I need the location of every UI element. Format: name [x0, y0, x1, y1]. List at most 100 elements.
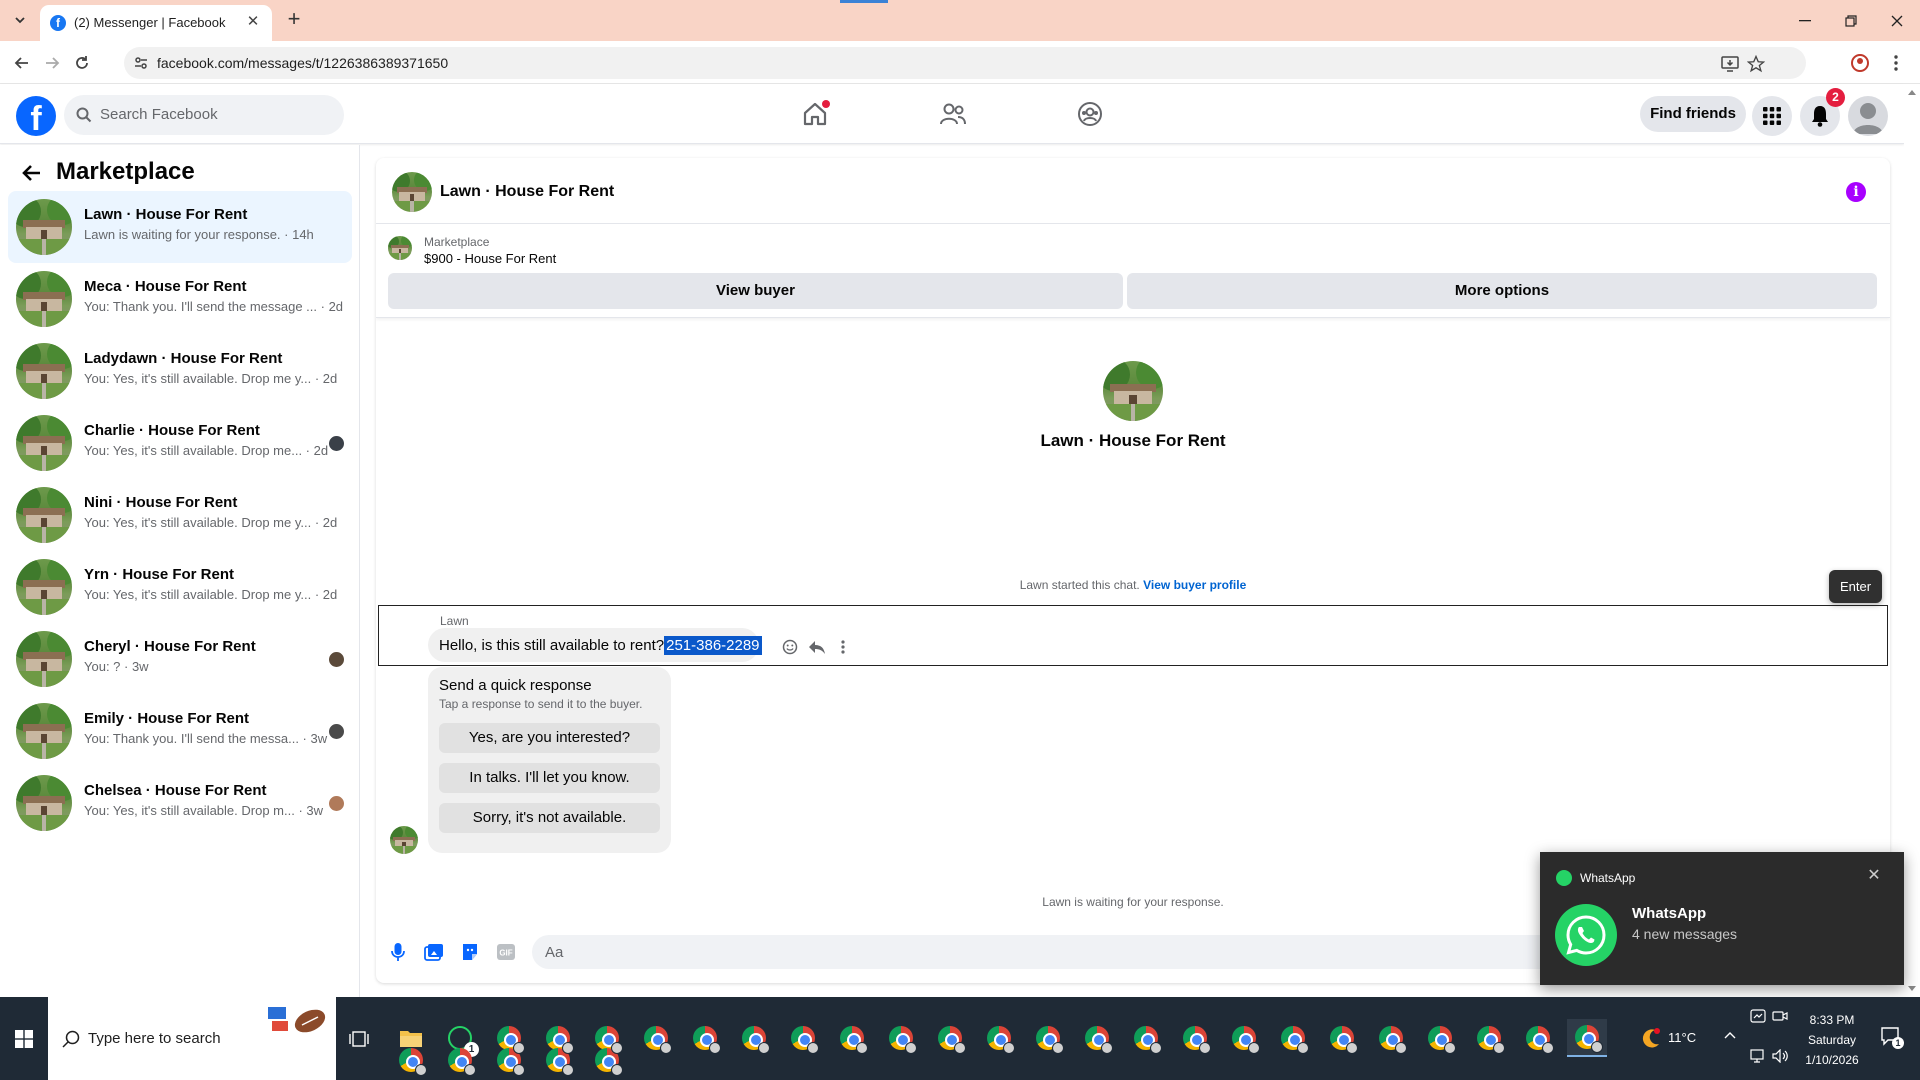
clock-date: 1/10/2026	[1805, 1053, 1859, 1067]
groups-icon[interactable]	[1074, 98, 1106, 130]
conversation-item[interactable]: Meca · House For Rent You: Thank you. I'…	[8, 263, 352, 335]
meet-now-icon[interactable]	[1772, 1009, 1788, 1023]
chrome-taskbar-icon[interactable]	[1028, 1019, 1068, 1057]
address-bar[interactable]: facebook.com/messages/t/1226386389371650	[124, 47, 1806, 79]
conversation-item[interactable]: Cheryl · House For Rent You: ? · 3w	[8, 623, 352, 695]
task-view-icon[interactable]	[348, 1029, 370, 1049]
browser-tab-messenger[interactable]: f (2) Messenger | Facebook ✕	[40, 5, 272, 41]
reply-icon[interactable]	[808, 638, 826, 656]
toast-app-name: WhatsApp	[1580, 871, 1636, 885]
quick-response-option[interactable]: In talks. I'll let you know.	[439, 763, 660, 793]
chrome-taskbar-icon[interactable]	[1224, 1019, 1264, 1057]
chrome-taskbar-icon[interactable]	[979, 1019, 1019, 1057]
chrome-taskbar-icon[interactable]	[1420, 1019, 1460, 1057]
tab-search-dropdown-icon[interactable]	[9, 9, 31, 31]
back-arrow-icon[interactable]	[20, 161, 44, 185]
windows-start-icon[interactable]	[0, 997, 48, 1080]
chrome-taskbar-icon-active[interactable]	[1567, 1019, 1607, 1057]
chrome-taskbar-icon[interactable]	[930, 1019, 970, 1057]
whatsapp-notification-toast[interactable]: WhatsApp ✕ WhatsApp 4 new messages	[1540, 852, 1904, 985]
facebook-logo-icon[interactable]: f	[16, 96, 56, 136]
gif-icon[interactable]: GIF	[496, 942, 516, 962]
system-clock[interactable]: 8:33 PM Saturday 1/10/2026	[1792, 1010, 1872, 1070]
conversation-item[interactable]: Ladydawn · House For Rent You: Yes, it's…	[8, 335, 352, 407]
conversation-item[interactable]: Charlie · House For Rent You: Yes, it's …	[8, 407, 352, 479]
view-buyer-profile-link[interactable]: View buyer profile	[1143, 578, 1246, 592]
chat-started-text: Lawn started this chat.	[1019, 578, 1140, 592]
tab-strip-indicator	[840, 0, 888, 3]
home-notification-dot	[822, 100, 830, 108]
install-app-icon[interactable]	[1720, 54, 1740, 74]
onedrive-icon[interactable]	[1750, 1009, 1766, 1023]
toast-close-icon[interactable]: ✕	[1864, 866, 1884, 886]
conversation-item[interactable]: Yrn · House For Rent You: Yes, it's stil…	[8, 551, 352, 623]
conversation-preview: You: Yes, it's still available. Drop me …	[84, 587, 338, 602]
network-icon[interactable]	[1750, 1049, 1768, 1063]
forward-arrow-icon[interactable]	[40, 51, 64, 75]
site-info-icon[interactable]	[133, 55, 149, 71]
sticker-icon[interactable]	[460, 942, 480, 962]
new-tab-button[interactable]: +	[282, 8, 306, 32]
tab-close-icon[interactable]: ✕	[244, 13, 262, 31]
chrome-taskbar-icon[interactable]	[391, 1041, 431, 1079]
buyer-avatar-large[interactable]	[1103, 361, 1163, 421]
chrome-taskbar-icon[interactable]	[734, 1019, 774, 1057]
react-emoji-icon[interactable]	[781, 638, 799, 656]
action-center-icon[interactable]: 1	[1880, 1025, 1904, 1049]
chrome-taskbar-icon[interactable]	[881, 1019, 921, 1057]
more-actions-icon[interactable]	[834, 638, 852, 656]
more-options-button[interactable]: More options	[1127, 273, 1877, 309]
taskbar-search-box[interactable]: Type here to search	[48, 997, 336, 1080]
chrome-taskbar-icon[interactable]	[685, 1019, 725, 1057]
conversation-item[interactable]: Nini · House For Rent You: Yes, it's sti…	[8, 479, 352, 551]
restore-window-icon[interactable]	[1828, 0, 1874, 41]
friends-icon[interactable]	[937, 98, 969, 130]
toast-title: WhatsApp	[1632, 905, 1707, 922]
conversation-preview: Lawn is waiting for your response. · 14h	[84, 227, 314, 242]
message-bubble[interactable]: Hello, is this still available to rent? 2…	[428, 628, 762, 662]
chat-header-avatar[interactable]	[392, 172, 432, 212]
chrome-taskbar-icon[interactable]	[1518, 1019, 1558, 1057]
quick-response-option[interactable]: Sorry, it's not available.	[439, 803, 660, 833]
microphone-icon[interactable]	[388, 942, 408, 962]
show-hidden-icons-chevron-icon[interactable]	[1724, 1031, 1736, 1039]
marketplace-label: Marketplace	[424, 235, 490, 249]
close-window-icon[interactable]	[1874, 0, 1920, 41]
conversation-item[interactable]: Chelsea · House For Rent You: Yes, it's …	[8, 767, 352, 839]
quick-response-option[interactable]: Yes, are you interested?	[439, 723, 660, 753]
reload-icon[interactable]	[70, 51, 94, 75]
chrome-taskbar-icon[interactable]	[1371, 1019, 1411, 1057]
chrome-taskbar-icon[interactable]	[1126, 1019, 1166, 1057]
chrome-taskbar-icon[interactable]	[440, 1041, 480, 1079]
chrome-taskbar-icon[interactable]	[783, 1019, 823, 1057]
chrome-taskbar-icon[interactable]	[1077, 1019, 1117, 1057]
chat-title[interactable]: Lawn · House For Rent	[440, 183, 614, 201]
gallery-icon[interactable]	[424, 942, 444, 962]
minimize-window-icon[interactable]	[1782, 0, 1828, 41]
volume-icon[interactable]	[1772, 1049, 1790, 1063]
browser-menu-icon[interactable]	[1884, 51, 1908, 75]
conversation-name: Meca · House For Rent	[84, 278, 247, 295]
bookmark-star-icon[interactable]	[1746, 54, 1766, 74]
chrome-taskbar-icon[interactable]	[1469, 1019, 1509, 1057]
menu-grid-icon[interactable]	[1752, 96, 1792, 136]
account-avatar[interactable]	[1848, 96, 1888, 136]
conversation-item[interactable]: Lawn · House For Rent Lawn is waiting fo…	[8, 191, 352, 263]
chrome-taskbar-icon[interactable]	[1273, 1019, 1313, 1057]
listing-title[interactable]: $900 - House For Rent	[424, 251, 556, 266]
view-buyer-button[interactable]: View buyer	[388, 273, 1123, 309]
weather-moon-icon[interactable]	[1640, 1027, 1662, 1049]
conversation-item[interactable]: Emily · House For Rent You: Thank you. I…	[8, 695, 352, 767]
chrome-taskbar-icon[interactable]	[1175, 1019, 1215, 1057]
chrome-taskbar-icon[interactable]	[1322, 1019, 1362, 1057]
chrome-taskbar-icon[interactable]	[832, 1019, 872, 1057]
message-text: Hello, is this still available to rent? 2…	[439, 636, 762, 655]
info-icon[interactable]: i	[1846, 182, 1866, 202]
temperature-text[interactable]: 11°C	[1668, 1030, 1696, 1045]
page-scrollbar[interactable]	[1904, 84, 1920, 997]
chrome-taskbar-icon[interactable]	[636, 1019, 676, 1057]
find-friends-button[interactable]: Find friends	[1640, 96, 1746, 132]
facebook-search-input[interactable]: Search Facebook	[64, 95, 344, 135]
back-arrow-icon[interactable]	[10, 51, 34, 75]
profile-icon[interactable]	[1848, 51, 1872, 75]
